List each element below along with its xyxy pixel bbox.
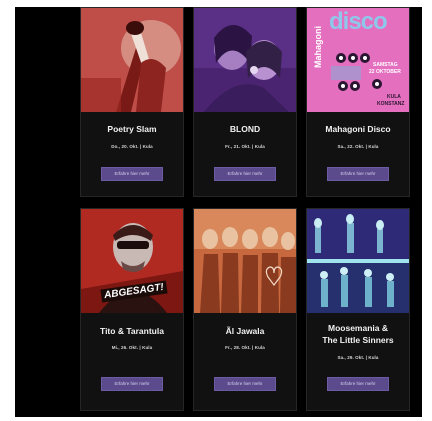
more-info-button[interactable]: Erfahre hier mehr <box>101 377 163 391</box>
poster-day: SAMSTAG <box>373 62 398 68</box>
event-date: Do., 20. Okt. | Kula <box>111 144 153 149</box>
event-date: Fr., 28. Okt. | Kula <box>225 345 265 350</box>
event-card: Ãl Jawala Fr., 28. Okt. | Kula Erfahre h… <box>193 208 297 411</box>
event-title: Poetry Slam <box>107 124 157 134</box>
event-card: Moosemania & The Little Sinners Sa., 29.… <box>306 208 410 411</box>
event-card: ABGESAGT! Tito & Tarantula Mi., 26. Okt.… <box>80 208 184 411</box>
event-title: Tito & Tarantula <box>100 326 164 336</box>
event-title: Mahagoni Disco <box>325 124 391 134</box>
event-date: Sa., 29. Okt. | Kula <box>337 355 379 360</box>
more-info-button[interactable]: Erfahre hier mehr <box>214 377 276 391</box>
event-card: Poetry Slam Do., 20. Okt. | Kula Erfahre… <box>80 7 184 197</box>
event-image-poetry-slam[interactable] <box>81 8 183 112</box>
more-info-button[interactable]: Erfahre hier mehr <box>214 167 276 181</box>
poster-date: 22 OKTOBER <box>369 69 401 75</box>
event-title: Ãl Jawala <box>225 326 265 336</box>
more-info-button[interactable]: Erfahre hier mehr <box>327 167 389 181</box>
event-image-al-jawala[interactable] <box>194 209 296 313</box>
event-title: BLOND <box>229 124 261 134</box>
event-title-line-2: The Little Sinners <box>322 335 394 345</box>
more-info-button[interactable]: Erfahre hier mehr <box>101 167 163 181</box>
event-grid: Poetry Slam Do., 20. Okt. | Kula Erfahre… <box>15 7 422 417</box>
poster-venue: KULA <box>387 94 401 100</box>
event-title-line-1: Moosemania & <box>328 323 388 333</box>
event-image-tito-tarantula[interactable]: ABGESAGT! <box>81 209 183 313</box>
event-date: Fr., 21. Okt. | Kula <box>225 144 265 149</box>
event-card: BLOND Fr., 21. Okt. | Kula Erfahre hier … <box>193 7 297 197</box>
event-image-blond[interactable] <box>194 8 296 112</box>
event-image-moosemania[interactable] <box>307 209 409 313</box>
poster-city: KONSTANZ <box>377 101 405 107</box>
event-image-mahagoni-disco[interactable]: Mahagoni disco SAMSTAG 22 OKTOBER KULA K… <box>307 8 409 112</box>
more-info-button[interactable]: Erfahre hier mehr <box>327 377 389 391</box>
event-card: Mahagoni disco SAMSTAG 22 OKTOBER KULA K… <box>306 7 410 197</box>
event-date: Mi., 26. Okt. | Kula <box>111 345 153 350</box>
event-date: Sa., 22. Okt. | Kula <box>337 144 379 149</box>
